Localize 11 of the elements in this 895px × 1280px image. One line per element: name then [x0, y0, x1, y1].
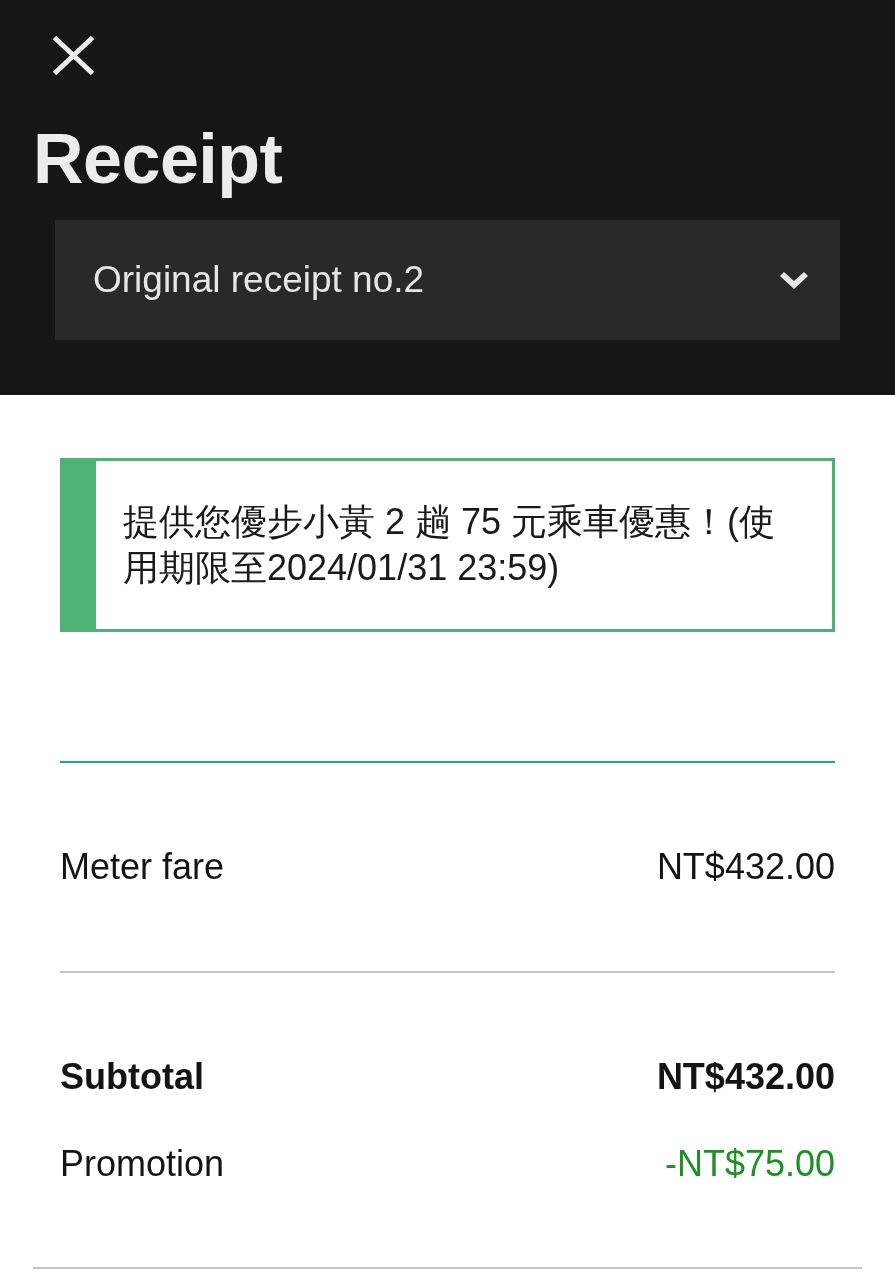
chevron-down-icon: [780, 271, 808, 289]
subtotal-amount: NT$432.00: [656, 1057, 835, 1097]
fare-label: Meter fare: [60, 847, 225, 887]
close-icon: [52, 35, 95, 76]
receipt-select[interactable]: Original receipt no.2: [55, 220, 840, 340]
promo-text: 提供您優步小黃 2 趟 75 元乘車優惠！(使用期限至2024/01/31 23:59): [123, 500, 777, 590]
discount-amount: -NT$75.00: [664, 1144, 835, 1184]
subtotal-label: Subtotal: [60, 1057, 204, 1097]
fare-amount: NT$432.00: [656, 847, 835, 887]
close-button[interactable]: [52, 35, 95, 76]
discount-label: Promotion: [60, 1144, 225, 1184]
